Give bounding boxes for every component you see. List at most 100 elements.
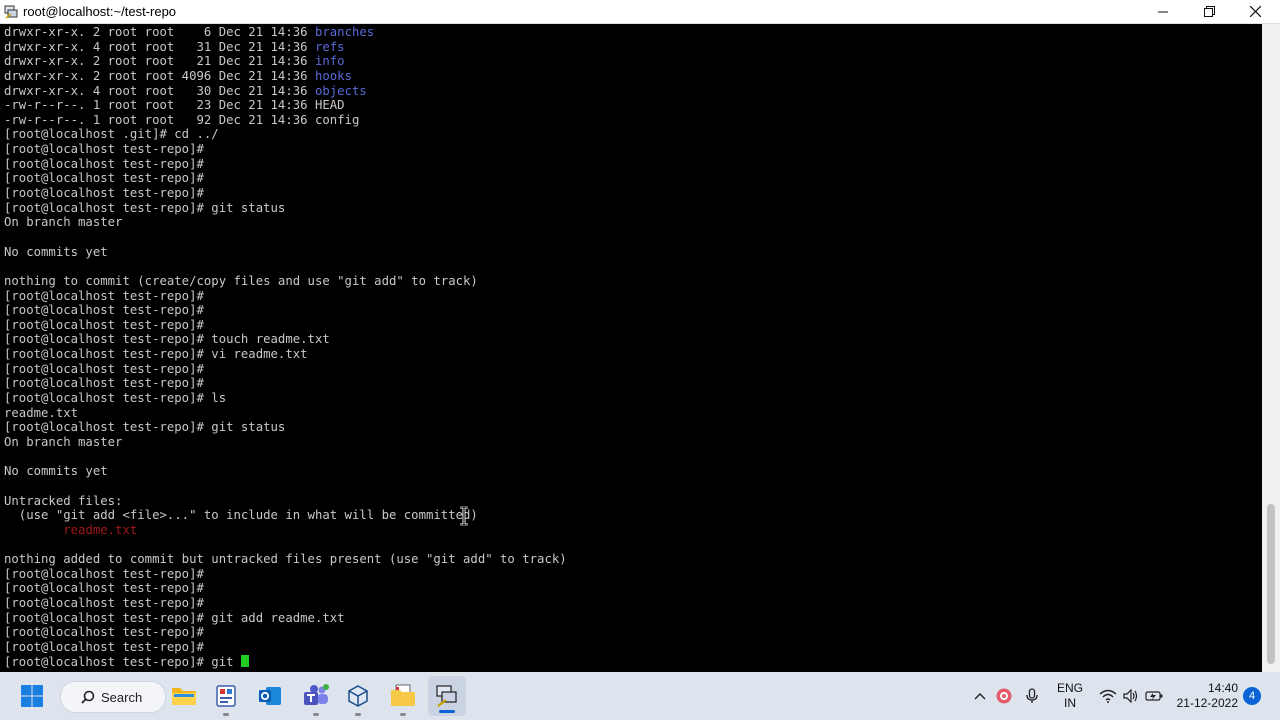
untracked-file-name: readme.txt <box>63 522 138 537</box>
terminal-text: nothing to commit (create/copy files and… <box>4 273 478 288</box>
folder-app-taskbar-button[interactable] <box>384 672 422 720</box>
terminal-line: drwxr-xr-x. 2 root root 4096 Dec 21 14:3… <box>4 69 567 84</box>
terminal-line: readme.txt <box>4 406 567 421</box>
terminal-line: No commits yet <box>4 245 567 260</box>
terminal-text: No commits yet <box>4 244 108 259</box>
putty-taskbar-button[interactable] <box>428 676 466 716</box>
terminal-text: [root@localhost test-repo]# <box>4 142 204 157</box>
recorder-tray-button[interactable] <box>994 672 1014 720</box>
teams-icon <box>304 684 329 705</box>
terminal-line: [root@localhost .git]# cd ../ <box>4 127 567 142</box>
windows-logo-icon <box>21 685 43 707</box>
terminal-line: [root@localhost test-repo]# git add read… <box>4 611 567 626</box>
terminal-line: readme.txt <box>4 523 567 538</box>
running-indicator <box>223 713 229 716</box>
terminal-line: drwxr-xr-x. 2 root root 6 Dec 21 14:36 b… <box>4 25 567 40</box>
putty-icon <box>436 685 457 707</box>
terminal-line: drwxr-xr-x. 4 root root 30 Dec 21 14:36 … <box>4 84 567 99</box>
directory-name: info <box>314 54 345 69</box>
terminal-output[interactable]: drwxr-xr-x. 2 root root 6 Dec 21 14:36 b… <box>0 24 1262 672</box>
terminal-text: [root@localhost test-repo]# git status <box>4 200 286 215</box>
terminal-line: [root@localhost test-repo]# <box>4 142 567 157</box>
notification-count-badge[interactable]: 4 <box>1243 687 1261 705</box>
terminal-line: On branch master <box>4 435 567 450</box>
terminal-line: (use "git add <file>..." to include in w… <box>4 508 567 523</box>
terminal-line: [root@localhost test-repo]# git <box>4 654 567 670</box>
directory-name: objects <box>314 83 367 98</box>
terminal-text: -rw-r--r--. 1 root root 92 Dec 21 14:36 … <box>4 112 360 127</box>
taskbar: Search ENG IN 14:40 21-12-2022 <box>0 672 1280 720</box>
close-icon <box>1249 6 1261 17</box>
terminal-text: drwxr-xr-x. 2 root root 4096 Dec 21 14:3… <box>4 68 315 83</box>
terminal-text: [root@localhost test-repo]# <box>4 186 204 201</box>
folder-icon <box>172 688 196 705</box>
terminal-text: [root@localhost test-repo]# <box>4 361 204 376</box>
terminal-text: nothing added to commit but untracked fi… <box>4 552 567 567</box>
terminal-line: [root@localhost test-repo]# git status <box>4 420 567 435</box>
clock[interactable]: 14:40 21-12-2022 <box>1172 672 1238 720</box>
snipping-tool-icon <box>216 685 236 707</box>
virtualbox-taskbar-button[interactable] <box>340 672 376 720</box>
terminal-text: [root@localhost test-repo]# git <box>4 654 241 669</box>
terminal-text: On branch master <box>4 434 123 449</box>
outlook-icon <box>259 687 281 705</box>
terminal-text: [root@localhost test-repo]# vi readme.tx… <box>4 347 308 362</box>
terminal-line: [root@localhost test-repo]# <box>4 567 567 582</box>
terminal-line: [root@localhost test-repo]# <box>4 303 567 318</box>
terminal-text: drwxr-xr-x. 2 root root 6 Dec 21 14:36 <box>4 25 315 39</box>
terminal-text: [root@localhost test-repo]# touch readme… <box>4 332 330 347</box>
start-button[interactable] <box>12 672 52 720</box>
terminal-line: [root@localhost test-repo]# <box>4 171 567 186</box>
terminal-line: No commits yet <box>4 464 567 479</box>
active-indicator <box>439 710 455 713</box>
search-label: Search <box>101 689 143 705</box>
close-button[interactable] <box>1232 0 1278 23</box>
microphone-tray-button[interactable] <box>1022 672 1042 720</box>
terminal-line: [root@localhost test-repo]# <box>4 640 567 655</box>
teams-taskbar-button[interactable] <box>296 672 336 720</box>
terminal-text: (use "git add <file>..." to include in w… <box>4 508 478 523</box>
terminal-line: [root@localhost test-repo]# <box>4 596 567 611</box>
taskbar-search[interactable]: Search <box>60 681 166 713</box>
terminal-cursor <box>240 654 249 667</box>
record-icon <box>996 688 1012 704</box>
restore-button[interactable] <box>1186 0 1232 23</box>
terminal-scrollbar[interactable] <box>1262 24 1280 672</box>
terminal-line: [root@localhost test-repo]# <box>4 376 567 391</box>
terminal-line: nothing to commit (create/copy files and… <box>4 274 567 289</box>
terminal-line: [root@localhost test-repo]# <box>4 362 567 377</box>
terminal-text: [root@localhost test-repo]# <box>4 288 204 303</box>
minimize-button[interactable] <box>1140 0 1186 23</box>
outlook-taskbar-button[interactable] <box>252 672 288 720</box>
terminal-lines: drwxr-xr-x. 2 root root 6 Dec 21 14:36 b… <box>4 25 567 669</box>
terminal-line: drwxr-xr-x. 4 root root 31 Dec 21 14:36 … <box>4 40 567 55</box>
input-language-indicator[interactable]: ENG IN <box>1050 672 1090 720</box>
terminal-text: [root@localhost test-repo]# git status <box>4 420 286 435</box>
language-region: IN <box>1064 696 1076 710</box>
terminal-text: -rw-r--r--. 1 root root 23 Dec 21 14:36 … <box>4 98 345 113</box>
file-explorer-taskbar-button[interactable] <box>166 672 202 720</box>
show-hidden-icons-button[interactable] <box>970 672 990 720</box>
clock-date: 21-12-2022 <box>1176 696 1238 710</box>
terminal-line: -rw-r--r--. 1 root root 92 Dec 21 14:36 … <box>4 113 567 128</box>
quick-settings-button[interactable] <box>1096 672 1166 720</box>
putty-app-icon <box>4 5 18 19</box>
directory-name: refs <box>314 39 345 54</box>
scrollbar-thumb[interactable] <box>1267 504 1275 664</box>
terminal-text: On branch master <box>4 215 123 230</box>
terminal-text: [root@localhost .git]# cd ../ <box>4 127 219 142</box>
running-indicator <box>355 713 361 716</box>
terminal-line: [root@localhost test-repo]# <box>4 625 567 640</box>
terminal-text: readme.txt <box>4 405 79 420</box>
terminal-line: [root@localhost test-repo]# <box>4 186 567 201</box>
window-title-bar[interactable]: root@localhost:~/test-repo <box>0 0 1280 24</box>
terminal-text: No commits yet <box>4 464 108 479</box>
app-taskbar-button[interactable] <box>208 672 244 720</box>
virtualbox-icon <box>348 685 368 707</box>
terminal-line: [root@localhost test-repo]# git status <box>4 201 567 216</box>
